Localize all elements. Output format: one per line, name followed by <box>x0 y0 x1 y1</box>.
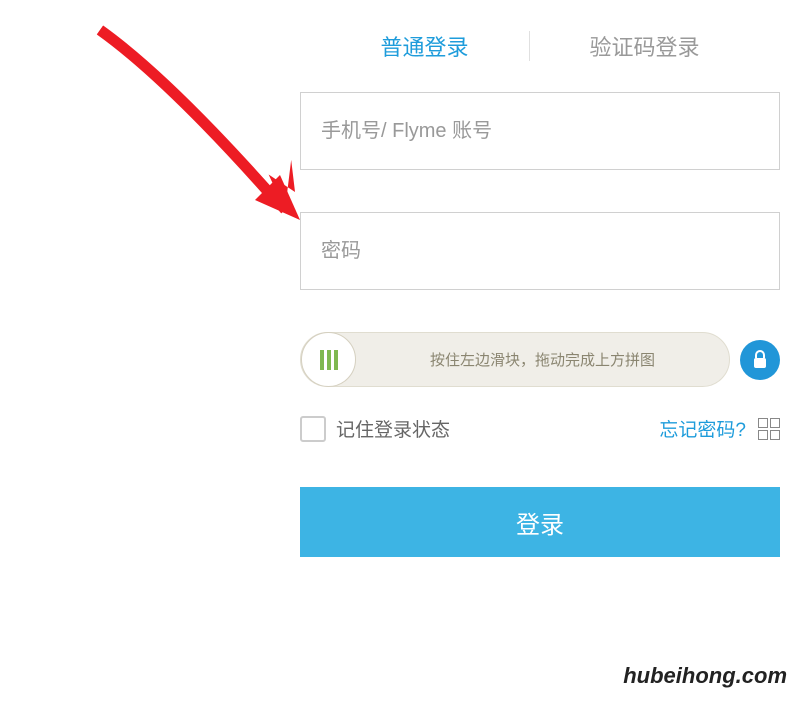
password-input[interactable] <box>300 212 780 290</box>
tab-divider <box>529 31 530 61</box>
login-tabs: 普通登录 验证码登录 <box>300 0 780 92</box>
lock-icon <box>740 340 780 380</box>
captcha-slider-handle[interactable] <box>301 332 356 387</box>
right-options: 忘记密码? <box>659 415 780 442</box>
remember-checkbox[interactable] <box>300 416 326 442</box>
captcha-slider-track: 按住左边滑块，拖动完成上方拼图 <box>300 332 730 387</box>
username-input[interactable] <box>300 92 780 170</box>
watermark: hubeihong.com <box>623 663 787 689</box>
login-button[interactable]: 登录 <box>300 487 780 557</box>
annotation-arrow <box>90 20 320 240</box>
login-form: 普通登录 验证码登录 按住左边滑块，拖动完成上方拼图 记住登录状态 忘记 <box>300 0 780 557</box>
tab-password-login[interactable]: 普通登录 <box>360 30 488 62</box>
qr-code-icon[interactable] <box>758 418 780 440</box>
forgot-password-link[interactable]: 忘记密码? <box>659 415 746 442</box>
remember-label: 记住登录状态 <box>336 415 450 442</box>
captcha-slider-text: 按住左边滑块，拖动完成上方拼图 <box>356 349 729 370</box>
remember-wrap: 记住登录状态 <box>300 415 450 442</box>
options-row: 记住登录状态 忘记密码? <box>300 415 780 442</box>
tab-code-login[interactable]: 验证码登录 <box>570 30 720 62</box>
captcha-slider-row: 按住左边滑块，拖动完成上方拼图 <box>300 332 780 387</box>
